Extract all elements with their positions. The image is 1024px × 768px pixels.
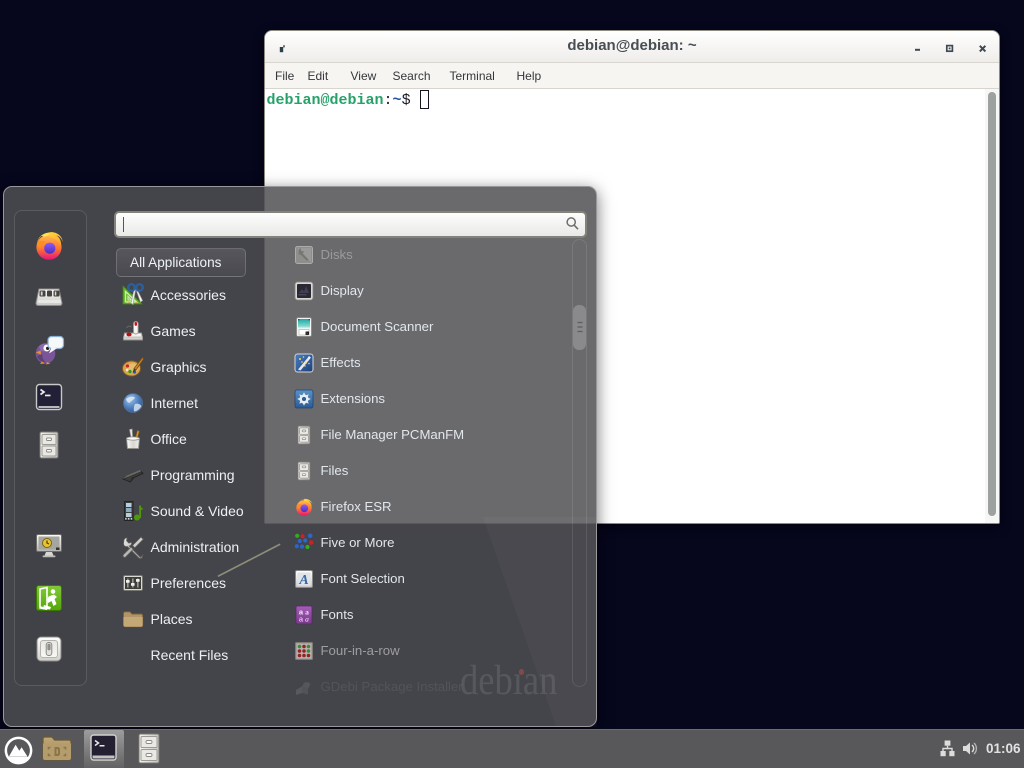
svg-text:A: A [298,573,308,588]
svg-text:a: a [305,615,309,624]
